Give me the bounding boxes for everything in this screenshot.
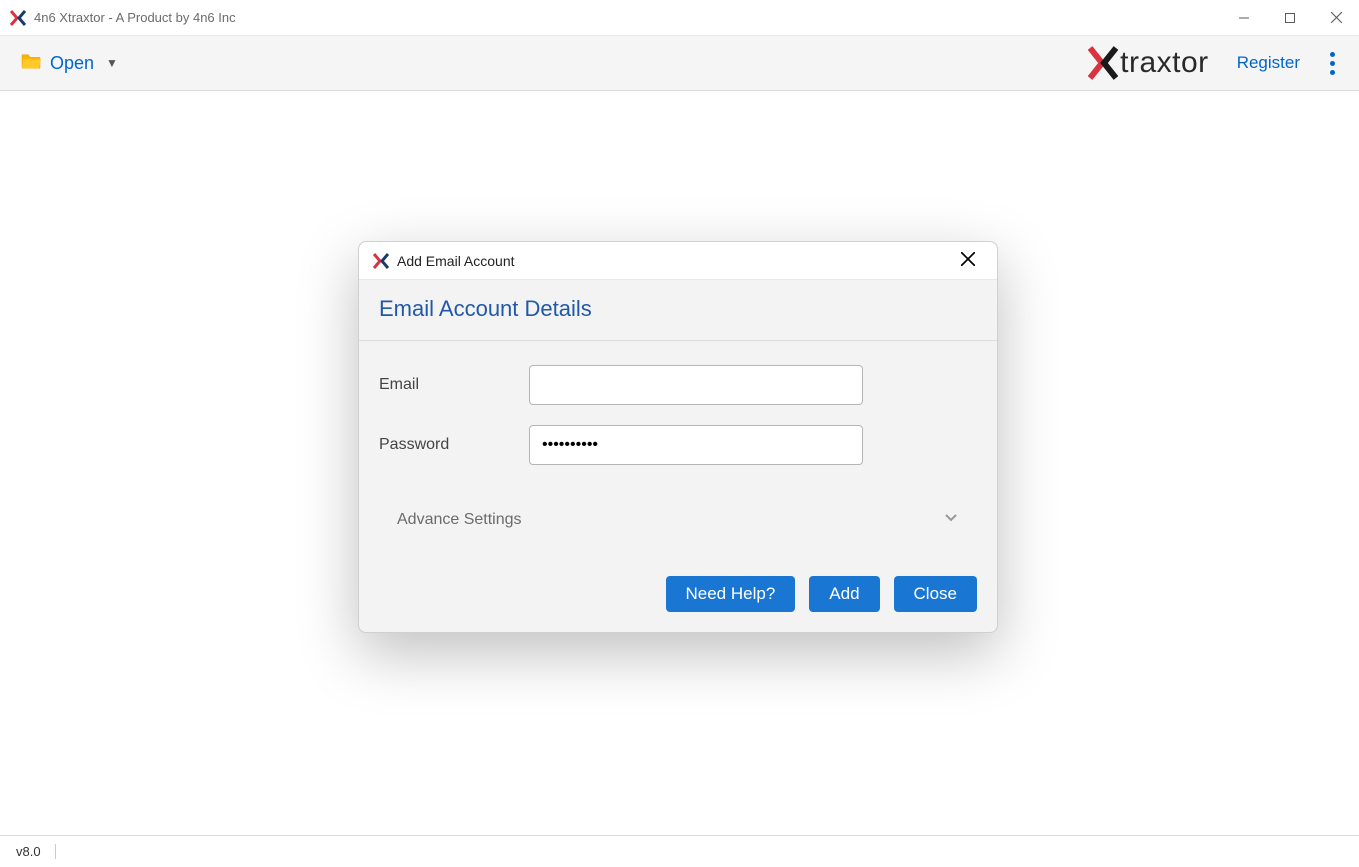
window-title: 4n6 Xtraxtor - A Product by 4n6 Inc: [34, 10, 1221, 25]
dialog-footer: Need Help? Add Close: [359, 564, 997, 632]
dialog-title: Add Email Account: [397, 253, 953, 269]
main-area: Add Email Account Email Account Details …: [0, 91, 1359, 835]
advance-settings-label: Advance Settings: [397, 511, 943, 529]
dialog-header: Email Account Details: [359, 280, 997, 341]
dialog-app-icon: [373, 253, 389, 269]
add-button[interactable]: Add: [809, 576, 879, 612]
need-help-button[interactable]: Need Help?: [666, 576, 796, 612]
window-titlebar: 4n6 Xtraxtor - A Product by 4n6 Inc: [0, 0, 1359, 36]
close-button[interactable]: Close: [894, 576, 977, 612]
app-icon: [10, 10, 26, 26]
email-input[interactable]: [529, 365, 863, 405]
add-email-account-dialog: Add Email Account Email Account Details …: [358, 241, 998, 633]
dialog-titlebar: Add Email Account: [359, 242, 997, 280]
password-row: Password: [379, 425, 977, 465]
advance-settings-toggle[interactable]: Advance Settings: [379, 485, 977, 548]
version-label: v8.0: [16, 844, 56, 859]
more-menu-button[interactable]: [1322, 44, 1343, 83]
dialog-body: Email Password Advance Settings: [359, 341, 997, 564]
register-link[interactable]: Register: [1237, 53, 1300, 73]
dialog-heading: Email Account Details: [379, 296, 977, 322]
folder-icon: [20, 52, 42, 75]
toolbar: Open ▼ traxtor Register: [0, 36, 1359, 91]
password-label: Password: [379, 436, 529, 454]
window-controls: [1221, 0, 1359, 36]
dropdown-caret-icon: ▼: [106, 56, 118, 70]
email-row: Email: [379, 365, 977, 405]
status-bar: v8.0: [0, 835, 1359, 867]
open-menu-button[interactable]: Open ▼: [16, 46, 122, 81]
close-dialog-button[interactable]: [953, 246, 983, 275]
logo-text: traxtor: [1120, 46, 1209, 80]
more-dots-icon: [1330, 52, 1335, 57]
close-window-button[interactable]: [1313, 0, 1359, 36]
email-label: Email: [379, 376, 529, 394]
logo-x-icon: [1088, 46, 1118, 80]
maximize-button[interactable]: [1267, 0, 1313, 36]
app-logo: traxtor: [1088, 46, 1209, 80]
chevron-down-icon: [943, 509, 959, 530]
minimize-button[interactable]: [1221, 0, 1267, 36]
open-label: Open: [50, 53, 94, 74]
password-input[interactable]: [529, 425, 863, 465]
